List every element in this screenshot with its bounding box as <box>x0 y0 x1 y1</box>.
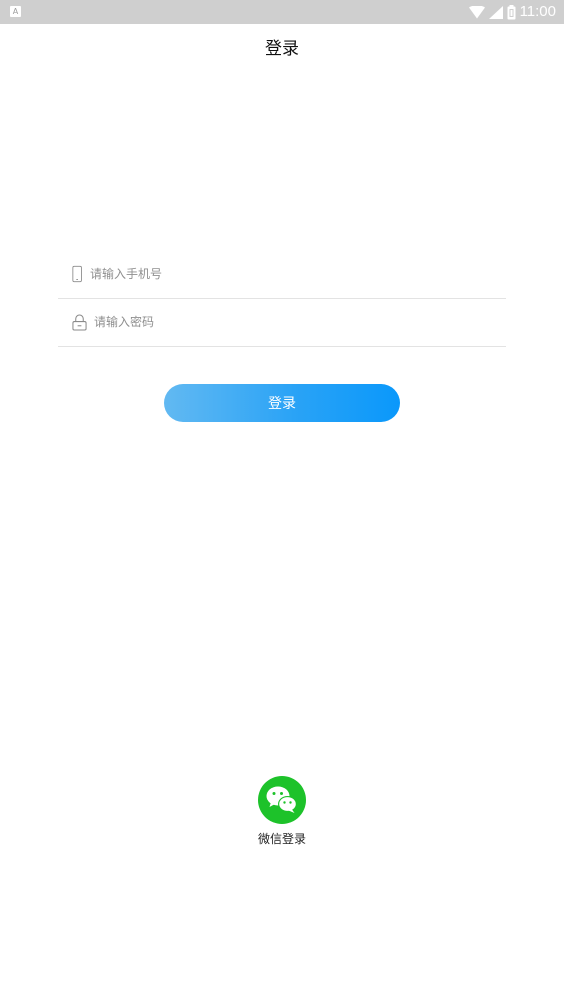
phone-field[interactable] <box>58 250 506 299</box>
battery-icon <box>507 4 516 19</box>
status-bar: A 11:00 <box>0 0 564 24</box>
signal-icon <box>488 5 503 19</box>
status-right: 11:00 <box>468 0 556 24</box>
login-screen: A 11:00 登录 请输入手机号 登录 微信登录 <box>0 0 564 1002</box>
status-time: 11:00 <box>519 3 556 20</box>
wechat-login-label[interactable]: 微信登录 <box>232 830 332 847</box>
lock-icon <box>72 314 87 331</box>
password-input[interactable] <box>94 308 494 336</box>
wechat-login-button[interactable] <box>258 776 306 824</box>
wifi-icon <box>468 5 485 18</box>
page-title: 登录 <box>265 39 299 59</box>
phone-icon <box>72 265 82 283</box>
wechat-icon <box>266 786 297 813</box>
password-field[interactable] <box>58 298 506 347</box>
phone-input[interactable] <box>90 260 490 288</box>
notification-icon: A <box>10 6 21 17</box>
login-button[interactable]: 登录 <box>164 384 400 422</box>
